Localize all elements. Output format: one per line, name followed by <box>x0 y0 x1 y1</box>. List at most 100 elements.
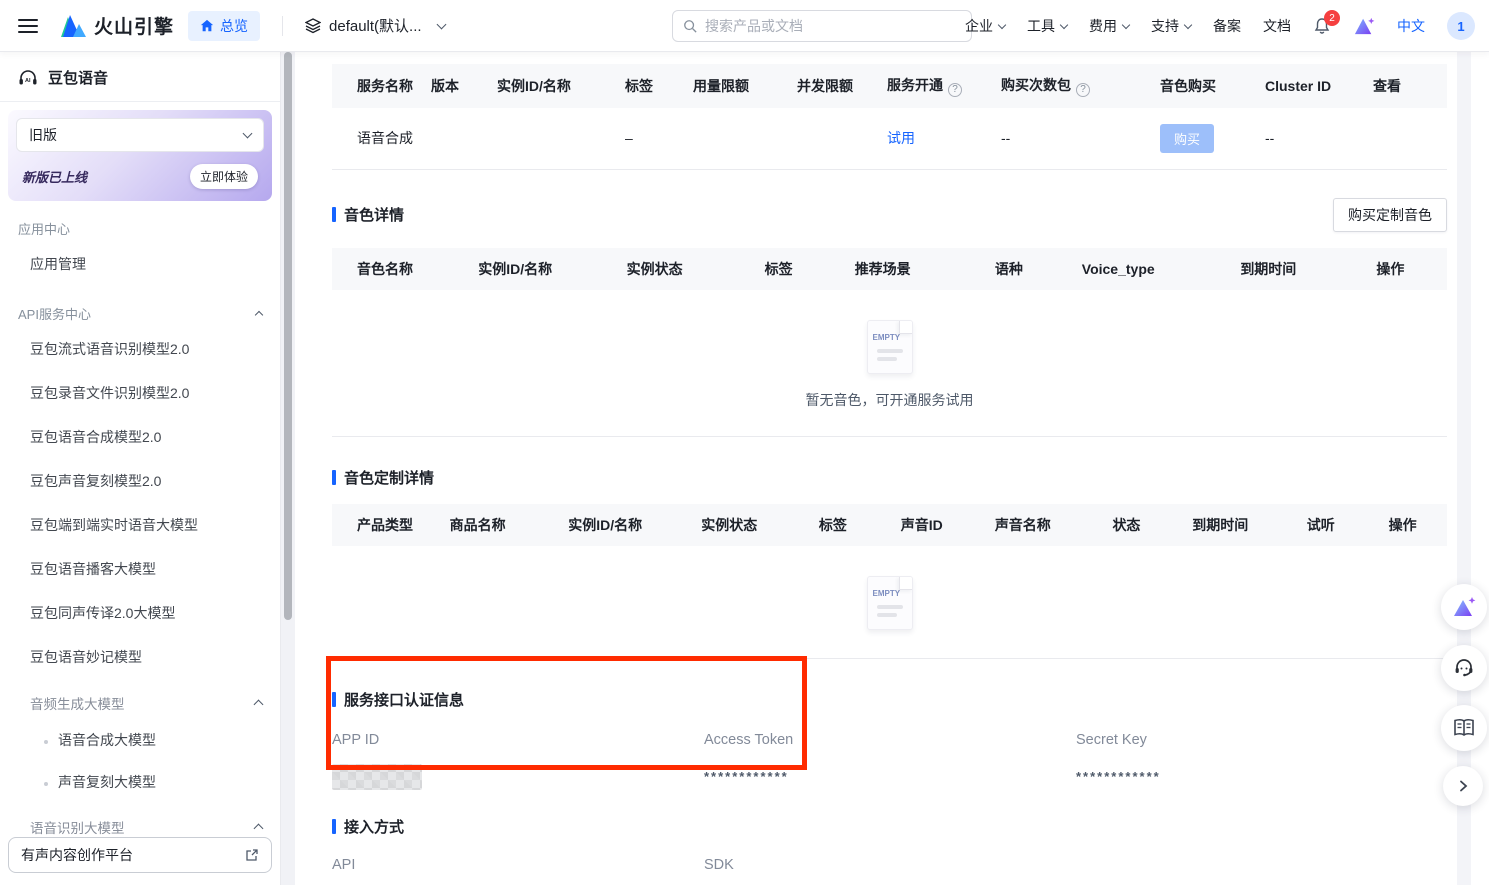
voice-custom-table: 产品类型 商品名称 实例ID/名称 实例状态 标签 声音ID 声音名称 状态 到… <box>332 504 1447 546</box>
main-content: 服务名称 版本 实例ID/名称 标签 用量限额 并发限额 服务开通? 购买次数包… <box>295 52 1489 885</box>
page-scrollbar[interactable] <box>1457 52 1471 885</box>
secret-key-value: ************ <box>1076 769 1161 784</box>
customer-service-float-button[interactable] <box>1441 645 1487 691</box>
app-id-label: APP ID <box>332 732 704 748</box>
ai-mountain-icon <box>1452 596 1476 618</box>
docs-float-button[interactable] <box>1441 705 1487 751</box>
buy-custom-voice-button[interactable]: 购买定制音色 <box>1333 198 1447 232</box>
sidebar-group-app-center: 应用中心 <box>0 201 280 242</box>
chevron-right-icon <box>1457 780 1469 792</box>
help-icon[interactable]: ? <box>1076 83 1090 97</box>
chevron-up-icon <box>254 700 264 710</box>
collapse-panel-button[interactable] <box>1443 766 1483 806</box>
user-avatar[interactable]: 1 <box>1447 12 1475 40</box>
chevron-down-icon <box>243 129 253 139</box>
voice-detail-empty-state: EMPTY 暂无音色，可开通服务试用 <box>332 320 1447 437</box>
voice-custom-empty-state: EMPTY <box>332 576 1447 659</box>
audio-creation-platform-link[interactable]: 有声内容创作平台 <box>8 837 272 873</box>
sidebar-scrollbar[interactable] <box>281 52 295 885</box>
access-token-block: Access Token ************ <box>704 732 1076 790</box>
svg-text:AI: AI <box>25 78 31 84</box>
sidebar-item-e2e-realtime[interactable]: 豆包端到端实时语音大模型 <box>0 503 280 547</box>
sidebar-item-file-asr-2[interactable]: 豆包录音文件识别模型2.0 <box>0 371 280 415</box>
sidebar-item-app-management[interactable]: 应用管理 <box>0 242 280 286</box>
sidebar-group-api-center[interactable]: API服务中心 <box>0 286 280 327</box>
buy-voice-button[interactable]: 购买 <box>1160 124 1214 153</box>
open-book-icon <box>1452 718 1476 738</box>
voice-detail-title: 音色详情 <box>332 204 404 225</box>
chevron-up-icon <box>255 311 263 319</box>
voice-detail-table: 音色名称 实例ID/名称 实例状态 标签 推荐场景 语种 Voice_type … <box>332 248 1447 290</box>
sidebar-item-tts-large[interactable]: 语音合成大模型 <box>0 719 280 761</box>
headset-icon <box>1453 657 1475 679</box>
service-row-tts: 语音合成 – 试用 -- 购买 -- <box>332 108 1447 170</box>
sidebar-subgroup-audio-gen[interactable]: 音频生成大模型 <box>0 679 280 719</box>
brand-logo[interactable]: 火山引擎 <box>60 12 174 39</box>
sidebar-item-podcast[interactable]: 豆包语音播客大模型 <box>0 547 280 591</box>
ai-assistant-float-button[interactable] <box>1441 584 1487 630</box>
secret-key-label: Secret Key <box>1076 732 1447 748</box>
search-input[interactable] <box>705 18 961 34</box>
voice-detail-empty-text: 暂无音色，可开通服务试用 <box>332 390 1447 410</box>
sdk-label: SDK <box>704 857 1447 873</box>
layers-icon <box>305 18 321 34</box>
api-label: API <box>332 857 704 873</box>
voice-detail-header: 音色名称 实例ID/名称 实例状态 标签 推荐场景 语种 Voice_type … <box>332 248 1447 290</box>
headset-ai-icon: AI <box>18 69 38 87</box>
chevron-down-icon <box>1060 20 1068 28</box>
chevron-down-icon <box>1122 20 1130 28</box>
brand-name: 火山引擎 <box>94 12 174 39</box>
access-method-grid: API 接入文档 SDK 接入文档 <box>332 857 1447 885</box>
new-version-text: 新版已上线 <box>22 167 87 186</box>
sdk-block: SDK 接入文档 <box>704 857 1447 885</box>
access-method-title: 接入方式 <box>332 816 404 837</box>
product-title-row: AI 豆包语音 <box>0 52 280 102</box>
home-icon <box>200 19 214 33</box>
external-link-icon <box>245 848 259 862</box>
notification-bell[interactable]: 2 <box>1313 17 1331 35</box>
service-table: 服务名称 版本 实例ID/名称 标签 用量限额 并发限额 服务开通? 购买次数包… <box>332 64 1447 170</box>
chevron-down-icon <box>436 19 446 29</box>
workspace-label: default(默认... <box>329 15 422 36</box>
empty-icon: EMPTY <box>867 576 913 630</box>
sidebar-item-voice-clone-2[interactable]: 豆包声音复刻模型2.0 <box>0 459 280 503</box>
nav-enterprise[interactable]: 企业 <box>965 16 1005 36</box>
language-switch[interactable]: 中文 <box>1397 16 1425 36</box>
nav-tools[interactable]: 工具 <box>1027 16 1067 36</box>
voice-custom-header: 产品类型 商品名称 实例ID/名称 实例状态 标签 声音ID 声音名称 状态 到… <box>332 504 1447 546</box>
service-table-header: 服务名称 版本 实例ID/名称 标签 用量限额 并发限额 服务开通? 购买次数包… <box>332 64 1447 108</box>
overview-button[interactable]: 总览 <box>188 11 260 41</box>
try-now-button[interactable]: 立即体验 <box>190 164 258 189</box>
notification-badge: 2 <box>1324 10 1340 26</box>
help-icon[interactable]: ? <box>948 83 962 97</box>
top-navbar: 火山引擎 总览 default(默认... 企业 工具 费用 支持 备案 文档 <box>0 0 1489 52</box>
secret-key-block: Secret Key ************ <box>1076 732 1447 790</box>
nav-billing[interactable]: 费用 <box>1089 16 1129 36</box>
nav-docs[interactable]: 文档 <box>1263 16 1291 36</box>
app-id-block: APP ID <box>332 732 704 790</box>
voice-custom-title: 音色定制详情 <box>332 467 434 488</box>
hamburger-menu-icon[interactable] <box>18 19 38 33</box>
trial-link[interactable]: 试用 <box>887 130 915 146</box>
nav-support[interactable]: 支持 <box>1151 16 1191 36</box>
sidebar-item-tts-2[interactable]: 豆包语音合成模型2.0 <box>0 415 280 459</box>
chevron-down-icon <box>1184 20 1192 28</box>
auth-info-grid: APP ID Access Token ************ Secret … <box>332 732 1447 790</box>
chevron-down-icon <box>998 20 1006 28</box>
access-token-label: Access Token <box>704 732 1076 748</box>
nav-icp[interactable]: 备案 <box>1213 16 1241 36</box>
version-select[interactable]: 旧版 <box>16 118 264 152</box>
sidebar-item-streaming-asr-2[interactable]: 豆包流式语音识别模型2.0 <box>0 327 280 371</box>
ai-assistant-icon[interactable] <box>1353 16 1375 36</box>
sidebar-item-clone-large[interactable]: 声音复刻大模型 <box>0 761 280 803</box>
api-block: API 接入文档 <box>332 857 704 885</box>
divider <box>282 16 283 36</box>
sidebar-item-miaoji[interactable]: 豆包语音妙记模型 <box>0 635 280 679</box>
empty-icon: EMPTY <box>867 320 913 374</box>
scrollbar-thumb[interactable] <box>284 52 292 620</box>
product-title: 豆包语音 <box>48 67 108 88</box>
sidebar-item-simul-interpret[interactable]: 豆包同声传译2.0大模型 <box>0 591 280 635</box>
global-search[interactable] <box>672 10 972 42</box>
workspace-selector[interactable]: default(默认... <box>305 15 445 36</box>
version-banner: 旧版 新版已上线 立即体验 <box>8 110 272 201</box>
